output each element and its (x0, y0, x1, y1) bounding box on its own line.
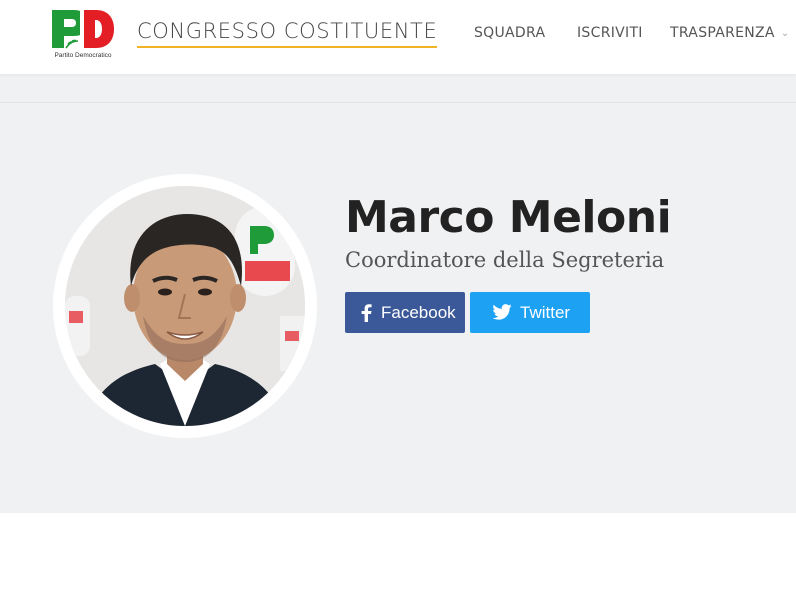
pd-logo[interactable]: Partito Democratico (50, 8, 116, 60)
site-header: Partito Democratico CONGRESSO COSTITUENT… (0, 0, 796, 74)
chevron-down-icon: ⌄ (780, 28, 790, 39)
profile-name: Marco Meloni (345, 192, 672, 243)
avatar (65, 186, 305, 426)
site-title[interactable]: CONGRESSO COSTITUENTE (137, 19, 438, 48)
nav-item-squadra[interactable]: SQUADRA (474, 25, 545, 41)
profile-role: Coordinatore della Segreteria (345, 248, 665, 272)
avatar-photo (65, 186, 305, 426)
facebook-button[interactable]: Facebook (345, 292, 465, 333)
twitter-button-label: Twitter (520, 302, 571, 322)
avatar-frame (53, 174, 317, 438)
divider (0, 102, 796, 103)
facebook-icon (359, 303, 373, 322)
nav-item-trasparenza-label: TRASPARENZA (670, 25, 775, 41)
nav-item-trasparenza[interactable]: TRASPARENZA ⌄ (670, 25, 790, 41)
pd-logo-mark (52, 10, 114, 49)
twitter-icon (492, 303, 512, 322)
facebook-button-label: Facebook (381, 302, 456, 322)
nav-item-iscriviti[interactable]: ISCRIVITI (577, 25, 643, 41)
logo-caption: Partito Democratico (54, 52, 112, 59)
twitter-button[interactable]: Twitter (470, 292, 590, 333)
